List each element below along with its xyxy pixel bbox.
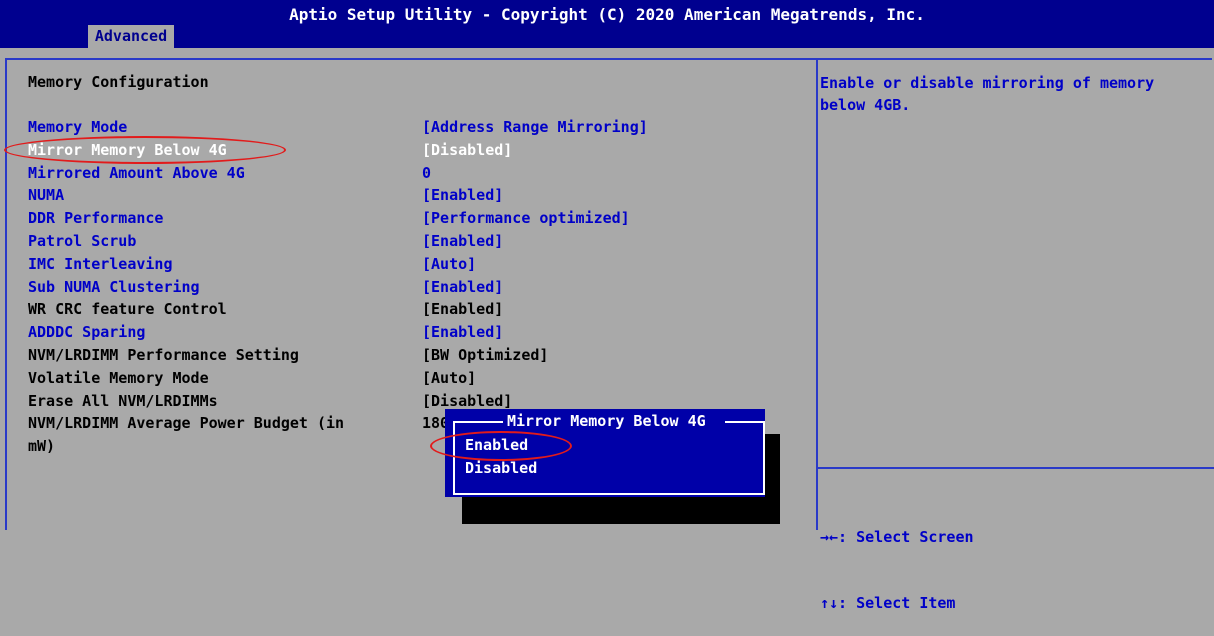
highlight-oval-setting <box>4 136 286 164</box>
setting-nvm-lrdimm-power-budget: NVM/LRDIMM Average Power Budget (in 180 <box>28 412 449 434</box>
setting-nvm-lrdimm-performance: NVM/LRDIMM Performance Setting [BW Optim… <box>28 344 548 366</box>
setting-label: IMC Interleaving <box>28 255 173 273</box>
setting-wr-crc-feature-control: WR CRC feature Control [Enabled] <box>28 298 503 320</box>
setting-label: DDR Performance <box>28 209 164 227</box>
setting-volatile-memory-mode: Volatile Memory Mode [Auto] <box>28 367 476 389</box>
window-title: Aptio Setup Utility - Copyright (C) 2020… <box>289 5 925 24</box>
setting-patrol-scrub[interactable]: Patrol Scrub [Enabled] <box>28 230 503 252</box>
tab-advanced[interactable]: Advanced <box>88 25 174 48</box>
setting-label: NVM/LRDIMM Average Power Budget (in <box>28 414 345 432</box>
setting-label: NUMA <box>28 186 65 204</box>
popup-title: Mirror Memory Below 4G <box>507 412 706 430</box>
panel-divider <box>816 60 818 530</box>
setting-value: [Enabled] <box>422 232 504 250</box>
setting-label: NVM/LRDIMM Performance Setting <box>28 346 299 364</box>
setting-value: [Auto] <box>422 255 477 273</box>
help-text: Enable or disable mirroring of memory be… <box>820 74 1164 114</box>
help-divider <box>818 467 1214 469</box>
setting-erase-all-nvm-lrdimms: Erase All NVM/LRDIMMs [Disabled] <box>28 390 512 412</box>
setting-label: Erase All NVM/LRDIMMs <box>28 392 218 410</box>
setting-imc-interleaving[interactable]: IMC Interleaving [Auto] <box>28 253 476 275</box>
setting-ddr-performance[interactable]: DDR Performance [Performance optimized] <box>28 207 630 229</box>
setting-sub-numa-clustering[interactable]: Sub NUMA Clustering [Enabled] <box>28 276 503 298</box>
setting-label: WR CRC feature Control <box>28 300 227 318</box>
setting-label: ADDDC Sparing <box>28 323 146 341</box>
setting-value: [Enabled] <box>422 300 504 318</box>
setting-value: 0 <box>422 164 432 182</box>
setting-mirrored-amount-above-4g[interactable]: Mirrored Amount Above 4G 0 <box>28 162 431 184</box>
setting-value: [Address Range Mirroring] <box>422 118 648 136</box>
page-title: Memory Configuration <box>28 73 209 91</box>
setting-label: Sub NUMA Clustering <box>28 278 200 296</box>
setting-label: Patrol Scrub <box>28 232 137 250</box>
setting-adddc-sparing[interactable]: ADDDC Sparing [Enabled] <box>28 321 503 343</box>
setting-label-continuation: mW) <box>28 435 64 457</box>
setting-value: [BW Optimized] <box>422 346 549 364</box>
key-legend: →←: Select Screen ↑↓: Select Item <box>820 482 974 636</box>
setting-numa[interactable]: NUMA [Enabled] <box>28 184 503 206</box>
key-select-screen: →←: Select Screen <box>820 528 974 546</box>
highlight-oval-option <box>430 431 572 461</box>
setting-value: [Disabled] <box>422 141 513 159</box>
setting-label: mW) <box>28 437 56 455</box>
key-select-item: ↑↓: Select Item <box>820 594 956 612</box>
setting-value: [Enabled] <box>422 186 504 204</box>
setting-label: Memory Mode <box>28 118 128 136</box>
setting-value: [Enabled] <box>422 323 504 341</box>
setting-label: Volatile Memory Mode <box>28 369 209 387</box>
popup-border-top-left <box>453 421 503 423</box>
popup-border-top-right <box>725 421 763 423</box>
setting-value: [Enabled] <box>422 278 504 296</box>
setting-label: Mirrored Amount Above 4G <box>28 164 245 182</box>
setting-memory-mode[interactable]: Memory Mode [Address Range Mirroring] <box>28 116 648 138</box>
setting-value: [Performance optimized] <box>422 209 630 227</box>
setting-value: [Auto] <box>422 369 477 387</box>
